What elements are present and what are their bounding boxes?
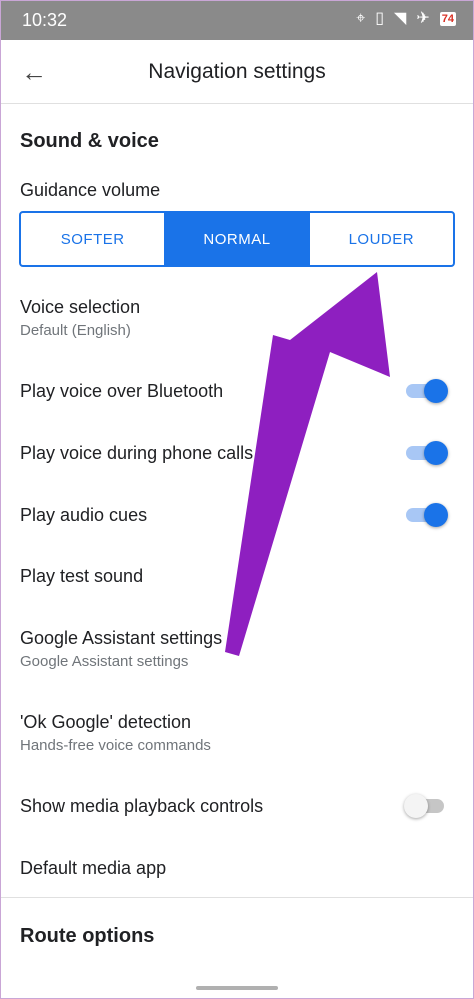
volume-louder-button[interactable]: LOUDER bbox=[308, 213, 453, 265]
airplane-icon: ✈ bbox=[416, 10, 430, 27]
status-bar: 10:32 ⌖ ▯ ◥ ✈ 74 bbox=[0, 0, 474, 40]
voice-selection-label: Voice selection bbox=[20, 297, 141, 317]
assistant-settings-label: Google Assistant settings bbox=[20, 628, 223, 648]
toggle-knob bbox=[404, 794, 428, 818]
vibrate-icon: ▯ bbox=[375, 10, 385, 27]
battery-icon: 74 bbox=[439, 12, 456, 26]
section-title-route-options: Route options bbox=[20, 925, 155, 947]
wifi-icon: ◥ bbox=[394, 10, 407, 27]
toggle-knob bbox=[424, 503, 448, 527]
voice-selection-value: Default (English) bbox=[20, 322, 131, 339]
section-title-sound-voice: Sound & voice bbox=[20, 130, 159, 152]
arrow-shape bbox=[225, 272, 390, 656]
phone-calls-voice-toggle[interactable] bbox=[404, 439, 448, 467]
page-title: Navigation settings bbox=[148, 60, 326, 83]
bluetooth-voice-label: Play voice over Bluetooth bbox=[20, 381, 224, 401]
status-time: 10:32 bbox=[22, 10, 68, 30]
audio-cues-label: Play audio cues bbox=[20, 505, 148, 525]
location-icon: ⌖ bbox=[356, 10, 366, 27]
toggle-knob bbox=[424, 441, 448, 465]
status-icons: ⌖ ▯ ◥ ✈ 74 bbox=[356, 9, 456, 29]
default-media-app-item[interactable]: Default media app bbox=[20, 858, 166, 879]
volume-softer-button[interactable]: SOFTER bbox=[21, 213, 164, 265]
bluetooth-voice-toggle[interactable] bbox=[404, 377, 448, 405]
play-test-sound-item[interactable]: Play test sound bbox=[20, 566, 143, 587]
ok-google-sublabel: Hands-free voice commands bbox=[20, 737, 211, 754]
phone-calls-voice-label: Play voice during phone calls bbox=[20, 443, 254, 463]
guidance-volume-label: Guidance volume bbox=[20, 180, 161, 200]
media-controls-label: Show media playback controls bbox=[20, 796, 264, 816]
assistant-settings-sublabel: Google Assistant settings bbox=[20, 653, 189, 670]
ok-google-label: 'Ok Google' detection bbox=[20, 712, 191, 732]
guidance-volume-selector: SOFTER NORMAL LOUDER bbox=[19, 211, 455, 267]
toggle-knob bbox=[424, 379, 448, 403]
gesture-handle bbox=[196, 986, 278, 990]
section-divider bbox=[0, 897, 474, 898]
media-controls-toggle[interactable] bbox=[404, 792, 448, 820]
volume-normal-button[interactable]: NORMAL bbox=[164, 213, 309, 265]
audio-cues-toggle[interactable] bbox=[404, 501, 448, 529]
app-bar: ← Navigation settings bbox=[0, 40, 474, 104]
